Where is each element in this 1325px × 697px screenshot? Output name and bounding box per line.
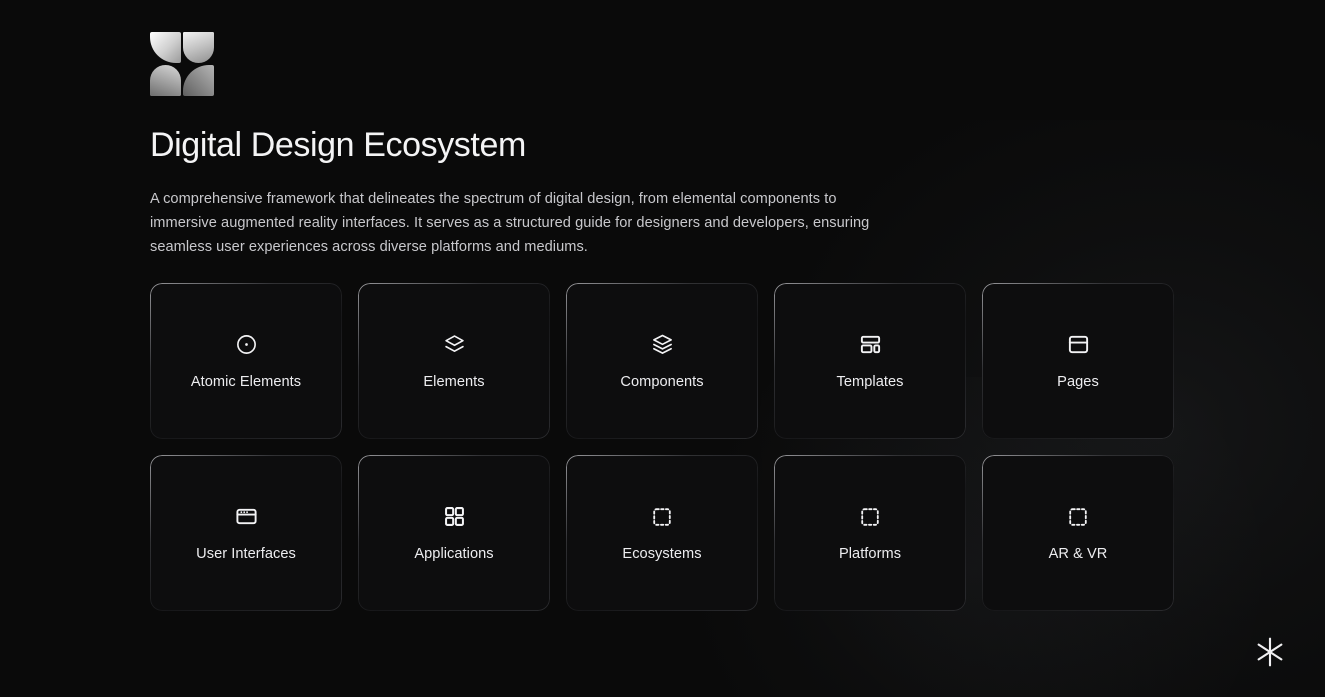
card-label: Elements [423, 373, 485, 390]
four-quadrant-logo-icon [150, 32, 214, 96]
category-card-grid: Atomic Elements Elements Components Temp… [150, 283, 1210, 612]
layers-two-icon [442, 333, 466, 357]
card-label: Ecosystems [622, 545, 702, 562]
logo-quadrant-top-right [183, 32, 214, 63]
card-platforms[interactable]: Platforms [774, 455, 966, 612]
card-user-interfaces[interactable]: User Interfaces [150, 455, 342, 612]
app-window-icon [234, 505, 258, 529]
card-label: User Interfaces [196, 545, 296, 562]
page-root: Digital Design Ecosystem A comprehensive… [0, 0, 1325, 697]
card-label: Atomic Elements [190, 373, 302, 390]
card-ecosystems[interactable]: Ecosystems [566, 455, 758, 612]
card-label: Components [620, 373, 704, 390]
circle-dot-icon [234, 333, 258, 357]
page-title: Digital Design Ecosystem [150, 126, 526, 164]
card-elements[interactable]: Elements [358, 283, 550, 440]
card-label: Applications [414, 545, 494, 562]
card-label: Templates [836, 373, 904, 390]
card-pages[interactable]: Pages [982, 283, 1174, 440]
asterisk-icon [1253, 635, 1287, 669]
square-dashed-icon [650, 505, 674, 529]
card-label: Pages [1057, 373, 1099, 390]
card-label: Platforms [838, 545, 902, 562]
layout-grid-icon [442, 505, 466, 529]
page-description: A comprehensive framework that delineate… [150, 191, 870, 256]
card-applications[interactable]: Applications [358, 455, 550, 612]
logo-quadrant-top-left [150, 32, 181, 63]
square-dashed-icon [1066, 505, 1090, 529]
card-atomic-elements[interactable]: Atomic Elements [150, 283, 342, 440]
card-ar-vr[interactable]: AR & VR [982, 455, 1174, 612]
card-templates[interactable]: Templates [774, 283, 966, 440]
card-label: AR & VR [1048, 545, 1108, 562]
logo-quadrant-bottom-right [183, 65, 214, 96]
card-components[interactable]: Components [566, 283, 758, 440]
logo-quadrant-bottom-left [150, 65, 181, 96]
layout-template-icon [858, 333, 882, 357]
panel-top-icon [1066, 333, 1090, 357]
layers-three-icon [650, 333, 674, 357]
square-dashed-icon [858, 505, 882, 529]
content-column: Digital Design Ecosystem A comprehensive… [150, 0, 1210, 612]
